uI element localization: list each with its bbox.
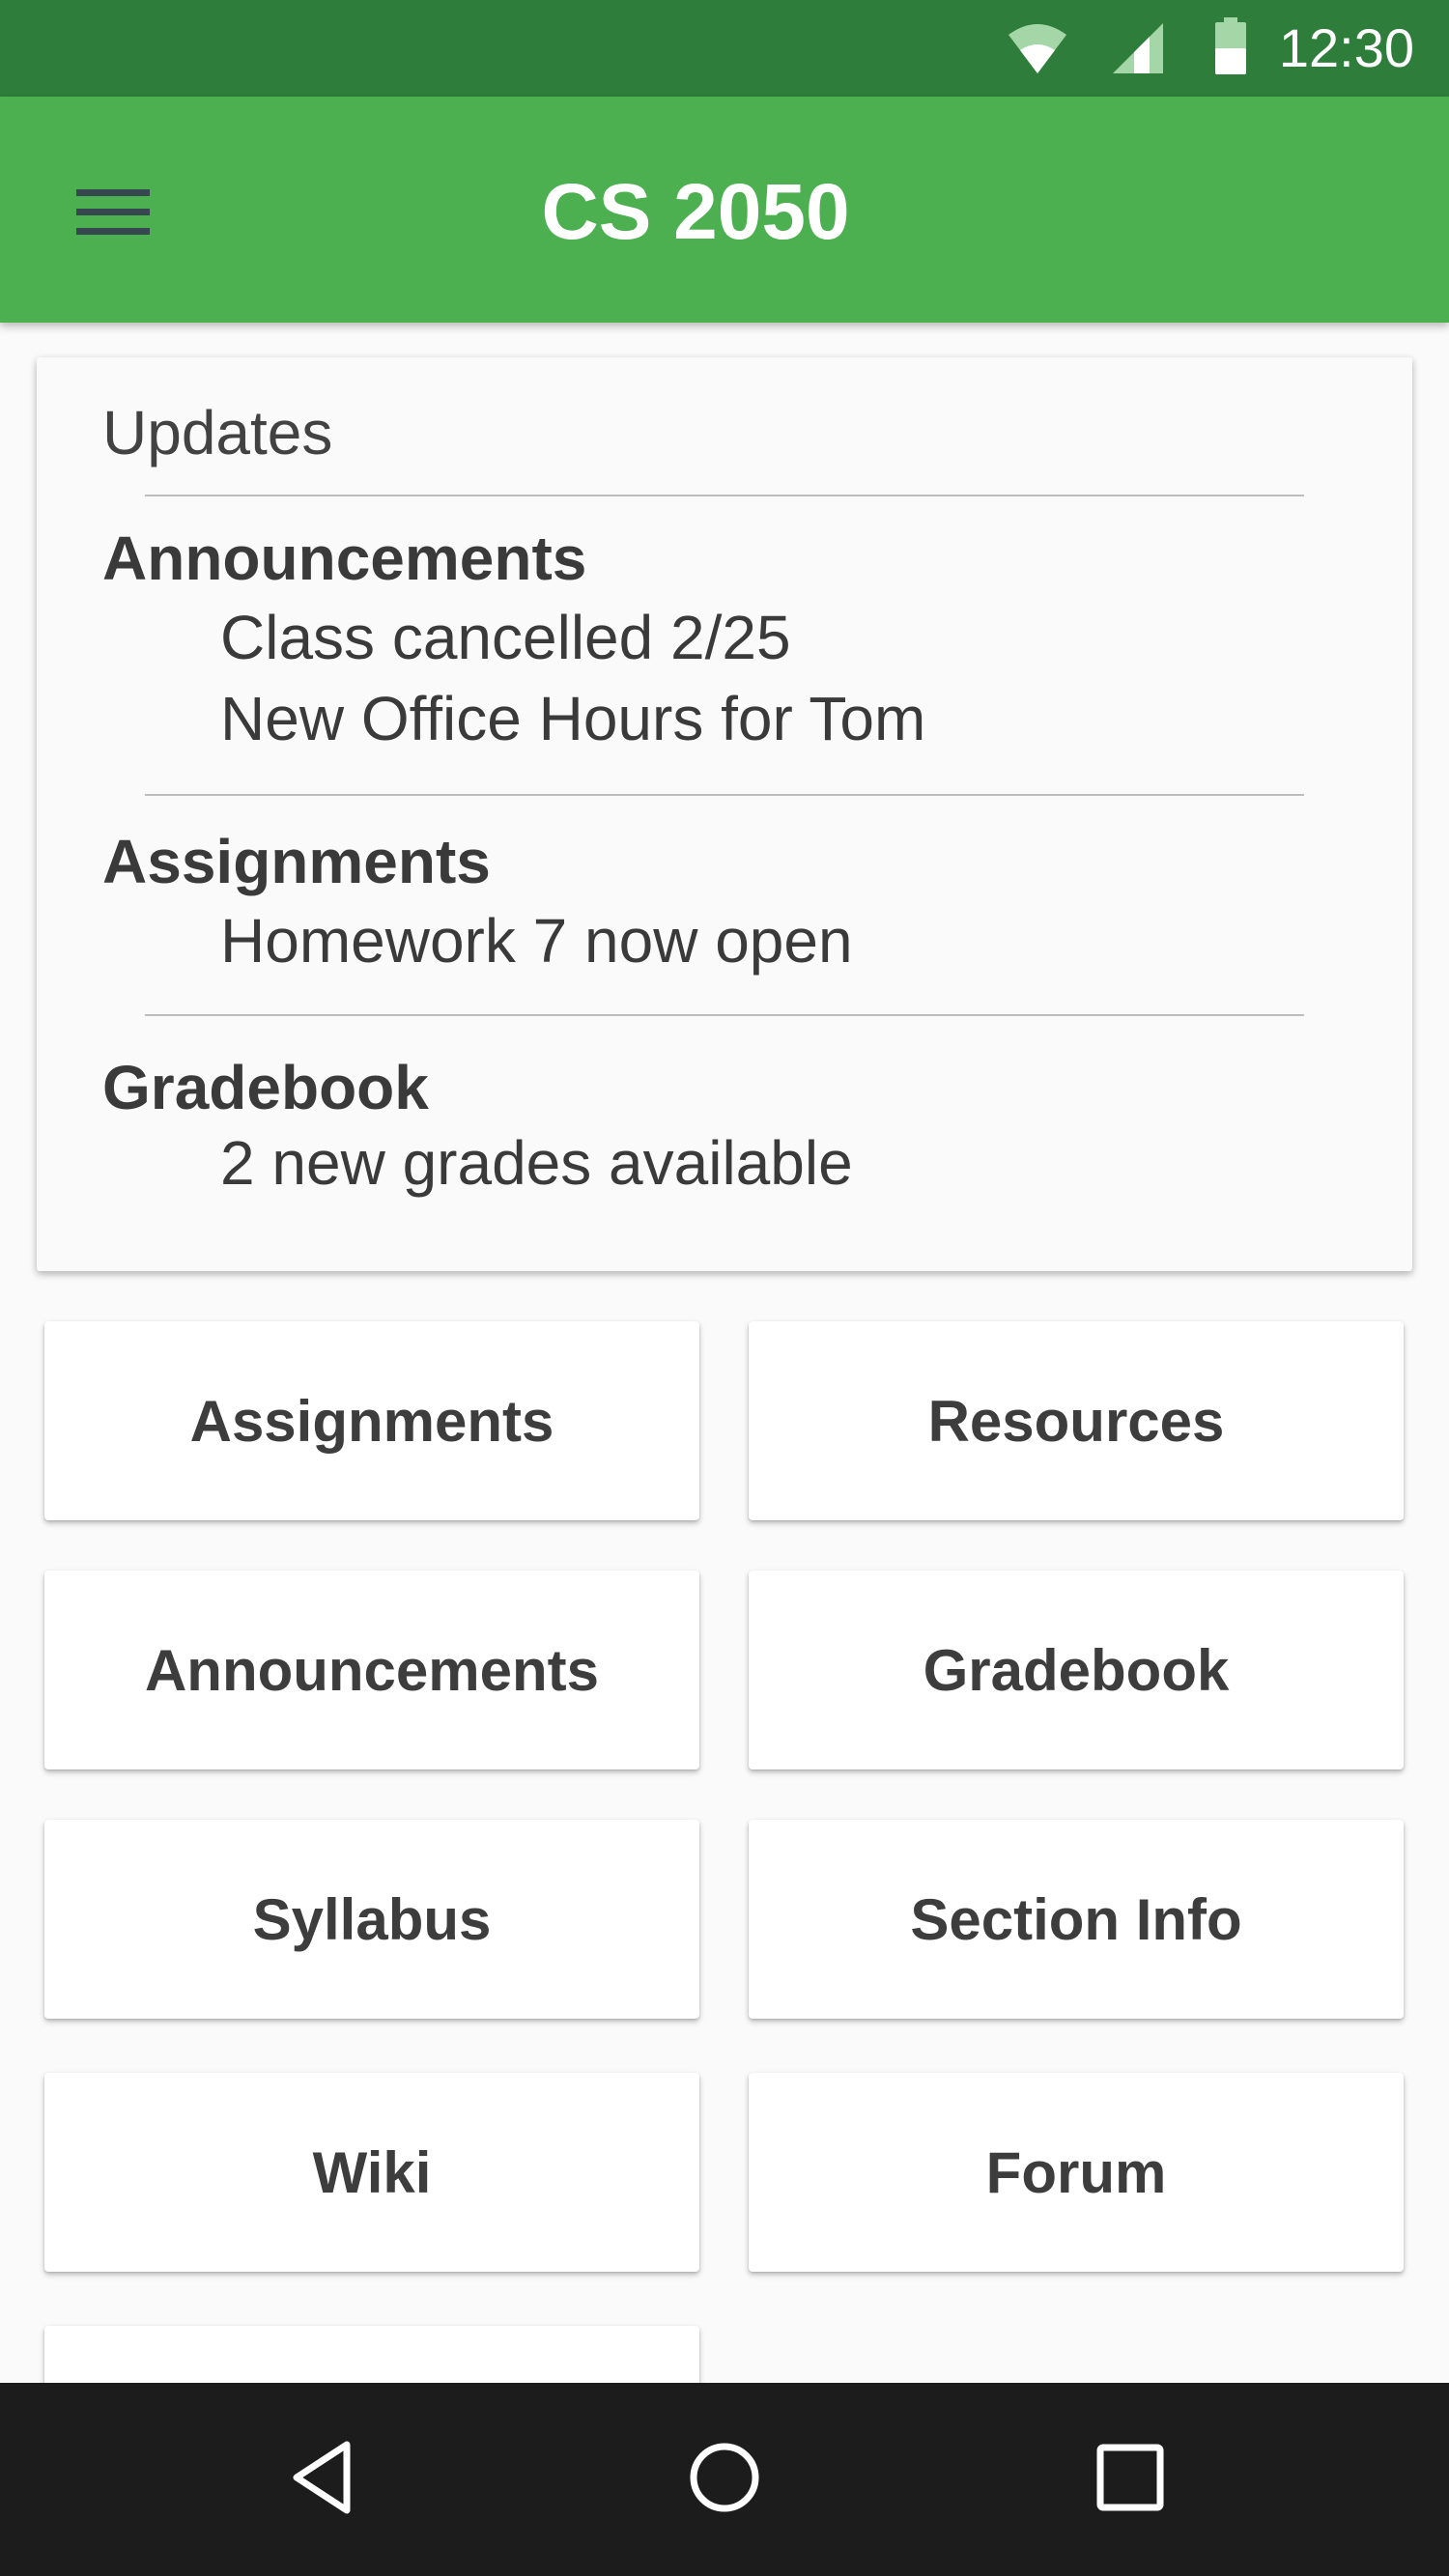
gradebook-button[interactable]: Gradebook bbox=[749, 1571, 1404, 1769]
wiki-button[interactable]: Wiki bbox=[44, 2073, 699, 2272]
forum-button[interactable]: Forum bbox=[749, 2073, 1404, 2272]
recents-button[interactable] bbox=[1072, 2431, 1188, 2528]
updates-title: Updates bbox=[102, 398, 333, 467]
home-icon bbox=[688, 2441, 761, 2519]
update-item: Class cancelled 2/25 bbox=[220, 603, 791, 672]
back-icon bbox=[287, 2439, 356, 2521]
home-button[interactable] bbox=[667, 2431, 782, 2528]
back-button[interactable] bbox=[264, 2431, 380, 2528]
section-info-button[interactable]: Section Info bbox=[749, 1820, 1404, 2019]
assignments-button[interactable]: Assignments bbox=[44, 1321, 699, 1520]
section-title-announcements: Announcements bbox=[102, 524, 587, 593]
updates-card: Updates Announcements Class cancelled 2/… bbox=[37, 357, 1412, 1271]
divider bbox=[145, 495, 1304, 496]
divider bbox=[145, 1014, 1304, 1016]
resources-button[interactable]: Resources bbox=[749, 1321, 1404, 1520]
update-item: Homework 7 now open bbox=[220, 906, 853, 976]
page-title: CS 2050 bbox=[541, 168, 850, 256]
screen: 12:30 CS 2050 Updates Announcements Clas… bbox=[0, 0, 1449, 2576]
cellular-signal-icon bbox=[1111, 21, 1165, 80]
status-time: 12:30 bbox=[1278, 17, 1414, 78]
wifi-icon bbox=[1007, 21, 1068, 80]
recents-icon bbox=[1095, 2443, 1165, 2517]
navigation-bar bbox=[0, 2383, 1449, 2576]
section-title-gradebook: Gradebook bbox=[102, 1053, 429, 1122]
section-title-assignments: Assignments bbox=[102, 827, 491, 896]
update-item: 2 new grades available bbox=[220, 1128, 853, 1198]
battery-icon bbox=[1213, 17, 1248, 80]
divider bbox=[145, 794, 1304, 796]
app-bar: CS 2050 bbox=[0, 97, 1449, 323]
syllabus-button[interactable]: Syllabus bbox=[44, 1820, 699, 2019]
announcements-button[interactable]: Announcements bbox=[44, 1571, 699, 1769]
update-item: New Office Hours for Tom bbox=[220, 684, 926, 753]
status-bar: 12:30 bbox=[0, 0, 1449, 97]
